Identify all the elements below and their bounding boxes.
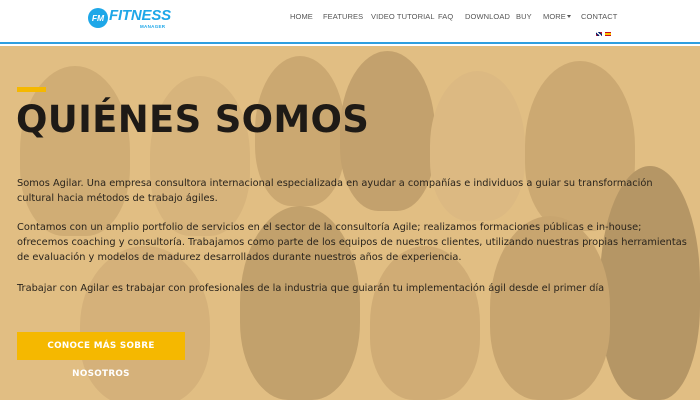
closing-paragraph: Trabajar con Agilar es trabajar con prof… [17, 283, 605, 294]
nav-features[interactable]: FEATURES [323, 12, 363, 21]
nav-more-dropdown[interactable]: MORE [543, 12, 571, 21]
nav-more-label: MORE [543, 12, 566, 21]
learn-more-button[interactable]: CONOCE MÁS SOBRE NOSOTROS [17, 332, 185, 379]
nav-download[interactable]: DOWNLOAD [465, 12, 510, 21]
nav-video-tutorial[interactable]: VIDEO TUTORIAL [371, 12, 435, 21]
chevron-down-icon [566, 15, 571, 18]
services-paragraph: Contamos con un amplio portfolio de serv… [17, 222, 687, 263]
nav-faq[interactable]: FAQ [438, 12, 453, 21]
logo-subtitle: MANAGER [140, 24, 166, 29]
title-accent-bar [17, 87, 46, 92]
nav-buy[interactable]: BUY [516, 12, 532, 21]
about-us-section: QUIÉNES SOMOS Somos Agilar. Una empresa … [0, 46, 700, 400]
intro-paragraph: Somos Agilar. Una empresa consultora int… [17, 178, 653, 204]
english-flag-icon[interactable] [596, 32, 602, 36]
nav-contact[interactable]: CONTACT [581, 12, 617, 21]
nav-home[interactable]: HOME [290, 12, 313, 21]
spanish-flag-icon[interactable] [605, 32, 611, 36]
main-nav: HOME FEATURES VIDEO TUTORIAL FAQ DOWNLOA… [0, 12, 700, 24]
site-header: FM FITNESS MANAGER HOME FEATURES VIDEO T… [0, 0, 700, 44]
page-title: QUIÉNES SOMOS [16, 98, 370, 141]
